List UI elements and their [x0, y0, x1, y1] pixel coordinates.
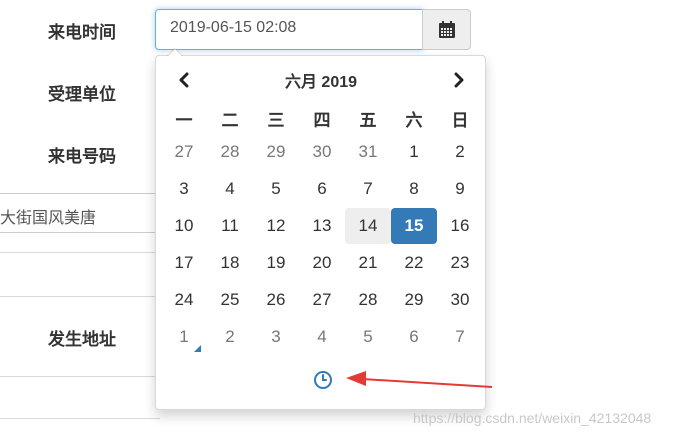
- day-cell[interactable]: 2: [207, 319, 253, 355]
- next-month-marker: [194, 345, 201, 352]
- day-cell[interactable]: 27: [299, 282, 345, 318]
- datetime-picker: 六月 2019 一二三四五六日 27 28 29 30 31 1 2 3 4 5 6 7 8 9 10 11 1…: [155, 48, 486, 410]
- day-cell[interactable]: 8: [391, 171, 437, 207]
- watermark-text: https://blog.csdn.net/weixin_42132048: [413, 410, 652, 426]
- form-divider: [0, 296, 160, 297]
- day-cell[interactable]: 1: [161, 319, 207, 355]
- day-cell[interactable]: 9: [437, 171, 483, 207]
- day-cell[interactable]: 31: [345, 134, 391, 170]
- weekday-header: 二: [221, 111, 239, 130]
- day-cell[interactable]: 7: [345, 171, 391, 207]
- weekday-header: 一: [175, 111, 193, 130]
- weekday-header: 四: [313, 111, 331, 130]
- day-cell[interactable]: 6: [391, 319, 437, 355]
- call-time-value: 2019-06-15 02:08: [170, 19, 297, 36]
- form-divider: [0, 252, 160, 253]
- day-cell[interactable]: 30: [437, 282, 483, 318]
- address-detail-input[interactable]: 大街国风美唐: [0, 193, 160, 233]
- day-cell[interactable]: 2: [437, 134, 483, 170]
- day-cell[interactable]: 12: [253, 208, 299, 244]
- weekday-header: 日: [451, 111, 469, 130]
- day-cell[interactable]: 24: [161, 282, 207, 318]
- day-cell[interactable]: 21: [345, 245, 391, 281]
- weekday-header: 六: [405, 111, 423, 130]
- weekday-header: 三: [267, 111, 285, 130]
- day-cell[interactable]: 3: [161, 171, 207, 207]
- phone-label: 来电号码: [48, 147, 116, 166]
- day-cell[interactable]: 1: [391, 134, 437, 170]
- day-cell[interactable]: 3: [253, 319, 299, 355]
- day-cell[interactable]: 26: [253, 282, 299, 318]
- address-label: 发生地址: [48, 330, 116, 349]
- day-cell[interactable]: 28: [207, 134, 253, 170]
- day-cell[interactable]: 13: [299, 208, 345, 244]
- day-cell[interactable]: 4: [299, 319, 345, 355]
- day-cell[interactable]: 20: [299, 245, 345, 281]
- day-cell[interactable]: 5: [253, 171, 299, 207]
- day-cell[interactable]: 29: [391, 282, 437, 318]
- unit-label: 受理单位: [48, 85, 116, 104]
- call-time-input[interactable]: 2019-06-15 02:08: [155, 9, 423, 50]
- time-picker-toggle[interactable]: [311, 368, 335, 392]
- month-title[interactable]: 六月 2019: [261, 68, 381, 92]
- annotation-arrow: [346, 371, 493, 388]
- form-divider: [0, 376, 160, 377]
- day-cell[interactable]: 14: [345, 208, 391, 244]
- day-cell[interactable]: 10: [161, 208, 207, 244]
- day-cell[interactable]: 25: [207, 282, 253, 318]
- day-cell[interactable]: 30: [299, 134, 345, 170]
- day-cell[interactable]: 11: [207, 208, 253, 244]
- next-month-button[interactable]: [443, 66, 475, 94]
- day-cell[interactable]: 16: [437, 208, 483, 244]
- day-cell[interactable]: 18: [207, 245, 253, 281]
- day-cell[interactable]: 7: [437, 319, 483, 355]
- chevron-left-icon: [179, 72, 189, 88]
- day-cell[interactable]: 19: [253, 245, 299, 281]
- day-cell[interactable]: 23: [437, 245, 483, 281]
- chevron-right-icon: [454, 72, 464, 88]
- prev-month-button[interactable]: [168, 66, 200, 94]
- calendar-button[interactable]: [422, 9, 471, 50]
- weekday-header: 五: [359, 111, 377, 130]
- call-time-label: 来电时间: [48, 23, 116, 42]
- day-cell[interactable]: 15: [391, 208, 437, 244]
- day-cell[interactable]: 5: [345, 319, 391, 355]
- day-cell[interactable]: 17: [161, 245, 207, 281]
- day-cell[interactable]: 22: [391, 245, 437, 281]
- day-cell[interactable]: 28: [345, 282, 391, 318]
- day-cell[interactable]: 27: [161, 134, 207, 170]
- day-cell[interactable]: 4: [207, 171, 253, 207]
- form-divider: [0, 418, 160, 419]
- day-cell[interactable]: 29: [253, 134, 299, 170]
- clock-icon: [314, 371, 332, 389]
- calendar-icon: [439, 21, 455, 38]
- address-detail-value: 大街国风美唐: [0, 210, 97, 227]
- day-cell[interactable]: 6: [299, 171, 345, 207]
